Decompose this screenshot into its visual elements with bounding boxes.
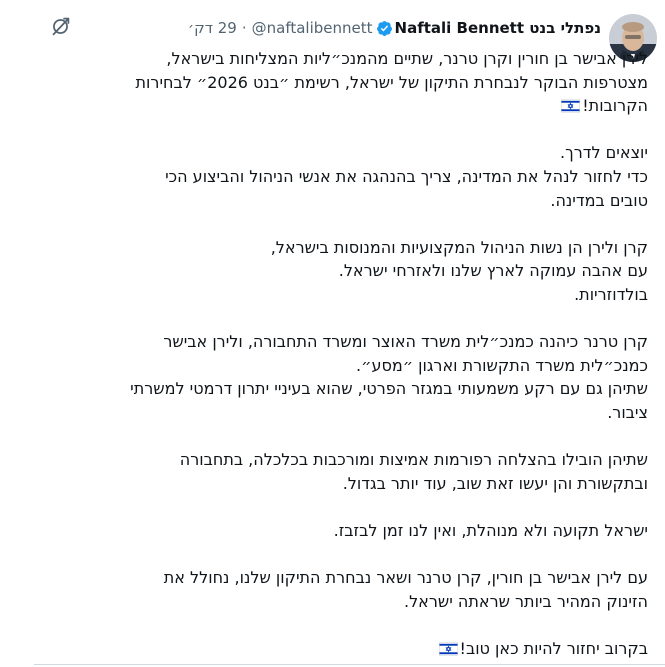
tweet-paragraph: עם לירן אבישר בן חורין, קרן טרנר ושאר נב… bbox=[48, 566, 648, 613]
tweet-paragraph: יוצאים לדרך. כדי לחזור לנהל את המדינה, צר… bbox=[48, 141, 648, 212]
tweet-line: קרן ולירן הן נשות הניהול המקצועיות והמנו… bbox=[270, 237, 648, 257]
tweet-line: בולדוזריות. bbox=[574, 284, 648, 304]
tweet-paragraph: קרן ולירן הן נשות הניהול המקצועיות והמנו… bbox=[48, 236, 648, 307]
tweet-line: כדי לחזור לנהל את המדינה, צריך בהנהגה את… bbox=[165, 166, 648, 186]
tweet-text: לירן אבישר בן חורין וקרן טרנר, שתיים מהמ… bbox=[48, 47, 648, 660]
tweet-paragraph: שתיהן הובילו בהצלחה רפורמות אמיצות ומורכ… bbox=[48, 448, 648, 495]
tweet-line: עם אהבה עמוקה לארץ שלנו ולאזרחי ישראל. bbox=[338, 261, 648, 281]
tweet-line: הזינוק המהיר ביותר שראתה ישראל. bbox=[404, 591, 648, 611]
header-separator: · bbox=[241, 19, 247, 37]
tweet-header: Naftali Bennett נפתלי בנט @naftalibennet… bbox=[188, 17, 601, 39]
tweet-line: כמנכ״לית משרד התקשורת וארגון ״מסע״. bbox=[356, 355, 648, 375]
verified-badge-icon bbox=[376, 20, 393, 37]
tweet-line: מצטרפות הבוקר לנבחרת התיקון של ישראל, רש… bbox=[135, 72, 648, 92]
grok-icon[interactable] bbox=[50, 16, 71, 37]
author-name[interactable]: Naftali Bennett נפתלי בנט bbox=[395, 19, 601, 37]
tweet-line: שתיהן הובילו בהצלחה רפורמות אמיצות ומורכ… bbox=[179, 450, 648, 470]
tweet-line: ובתקשורת והן יעשו זאת שוב, עוד יותר בגדו… bbox=[342, 473, 648, 493]
tweet-paragraph: ישראל תקועה ולא מנוהלת, ואין לנו זמן לבז… bbox=[48, 519, 648, 543]
divider bbox=[34, 664, 665, 665]
israel-flag-icon bbox=[438, 642, 458, 656]
tweet-line: הקרובות! bbox=[48, 94, 648, 118]
tweet-paragraph: בקרוב יחזור להיות כאן טוב! bbox=[48, 637, 648, 661]
tweet-line: טובים במדינה. bbox=[550, 190, 648, 210]
author-handle[interactable]: @naftalibennett bbox=[252, 19, 373, 37]
tweet-line: שתיהן גם עם רקע משמעותי במגזר הפרטי, שהו… bbox=[130, 379, 648, 399]
tweet-paragraph: קרן טרנר כיהנה כמנכ״לית משרד האוצר ומשרד… bbox=[48, 330, 648, 424]
tweet-line: ציבור. bbox=[607, 402, 648, 422]
tweet-line: עם לירן אבישר בן חורין, קרן טרנר ושאר נב… bbox=[163, 568, 648, 588]
tweet-line: לירן אבישר בן חורין וקרן טרנר, שתיים מהמ… bbox=[166, 49, 648, 68]
tweet-card[interactable]: Naftali Bennett נפתלי בנט @naftalibennet… bbox=[0, 0, 665, 667]
tweet-paragraph: לירן אבישר בן חורין וקרן טרנר, שתיים מהמ… bbox=[48, 47, 648, 118]
tweet-line: ישראל תקועה ולא מנוהלת, ואין לנו זמן לבז… bbox=[333, 520, 648, 540]
tweet-line: בקרוב יחזור להיות כאן טוב! bbox=[48, 637, 648, 661]
tweet-line: יוצאים לדרך. bbox=[560, 143, 648, 163]
tweet-timestamp[interactable]: 29 דק׳ bbox=[188, 19, 237, 37]
israel-flag-icon bbox=[561, 99, 581, 113]
tweet-line: קרן טרנר כיהנה כמנכ״לית משרד האוצר ומשרד… bbox=[163, 332, 648, 352]
